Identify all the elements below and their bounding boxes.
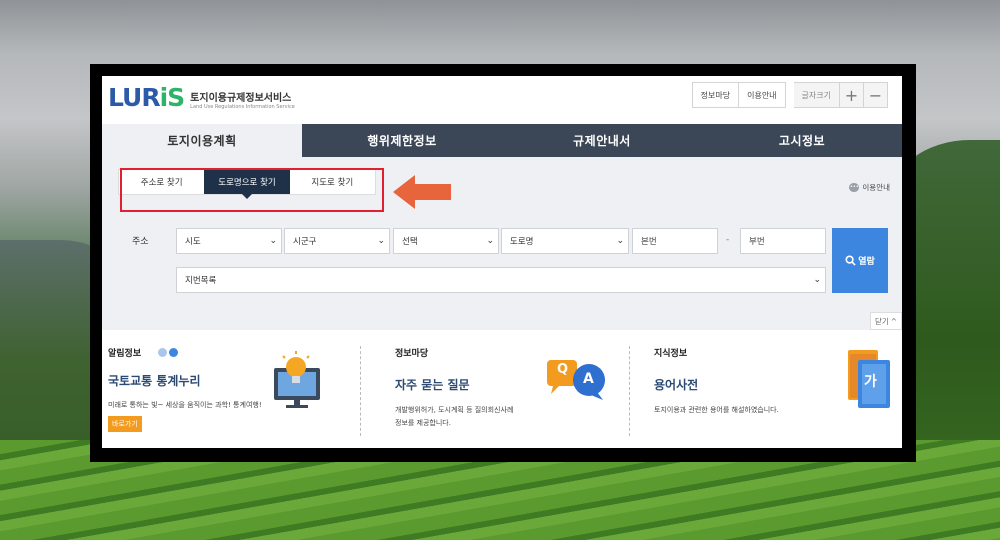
card-knowledge-desc: 토지이용과 관련한 용어를 해설하였습니다. (654, 406, 779, 414)
font-decrease-button[interactable]: − (864, 82, 888, 108)
question-glyph: Q (557, 362, 569, 377)
card-notice-headline[interactable]: 국토교통 통계누리 (108, 372, 201, 389)
card-info-desc-1: 개발행위허가, 도시계획 등 질의회신사례 (395, 406, 514, 414)
usage-guide-link[interactable]: 이용안내 (739, 82, 786, 108)
chevron-down-icon: ⌄ (269, 236, 277, 246)
chevron-up-icon: ^ (890, 316, 898, 326)
initial-select[interactable]: 선택 ⌄ (393, 228, 499, 254)
tab-regulation-guide[interactable]: 규제안내서 (502, 124, 702, 157)
site-header: LURiS 토지이용규제정보서비스 Land Use Regulations I… (102, 76, 902, 124)
address-label: 주소 (132, 237, 149, 247)
chevron-down-icon: ⌄ (377, 236, 385, 246)
site-logo[interactable]: LURiS 토지이용규제정보서비스 Land Use Regulations I… (108, 82, 295, 112)
utility-links: 정보마당 이용안내 글자크기 + − (691, 82, 888, 108)
font-size-label: 글자크기 (793, 82, 840, 108)
main-nav: 토지이용계획 행위제한정보 규제안내서 고시정보 (102, 124, 902, 157)
tab-notice-info[interactable]: 고시정보 (702, 124, 902, 157)
number-separator: - (726, 235, 730, 245)
card-info-desc-2: 정보를 제공합니다. (395, 419, 451, 427)
card-info-headline[interactable]: 자주 묻는 질문 (395, 376, 470, 393)
lot-number-list-select[interactable]: 지번목록 ⌄ (176, 267, 826, 293)
logo-mark: LURiS (108, 83, 185, 112)
card-knowledge-title: 지식정보 (654, 349, 688, 359)
monitor-lightbulb-icon (274, 351, 320, 408)
shortcut-button[interactable]: 바로가기 (108, 416, 142, 432)
luris-app: LURiS 토지이용규제정보서비스 Land Use Regulations I… (102, 76, 902, 448)
carousel-dot[interactable] (158, 348, 167, 357)
usage-guide-help[interactable]: ••• 이용안내 (849, 182, 890, 193)
highlight-box (120, 168, 384, 212)
main-number-input[interactable]: 본번 (632, 228, 718, 254)
left-arrow-icon (393, 175, 451, 209)
card-info-board: 정보마당 자주 묻는 질문 개발행위허가, 도시계획 등 질의회신사례 정보를 … (361, 330, 629, 448)
search-icon (845, 255, 856, 266)
sigungu-select[interactable]: 시군구 ⌄ (284, 228, 390, 254)
card-notice: 알림정보 국토교통 통계누리 미래로 통하는 빛~ 세상을 움직이는 과학! 통… (102, 330, 360, 448)
tab-land-use-plan[interactable]: 토지이용계획 (102, 124, 302, 157)
sido-select[interactable]: 시도 ⌄ (176, 228, 282, 254)
road-name-select[interactable]: 도로명 ⌄ (501, 228, 629, 254)
info-board-link[interactable]: 정보마당 (691, 82, 740, 108)
logo-korean-name: 토지이용규제정보서비스 (190, 93, 292, 104)
chevron-down-icon: ⌄ (813, 275, 821, 285)
card-notice-title: 알림정보 (108, 349, 142, 359)
info-cards: 알림정보 국토교통 통계누리 미래로 통하는 빛~ 세상을 움직이는 과학! 통… (102, 330, 902, 448)
book-glyph: 가 (864, 374, 877, 390)
carousel-dots (158, 348, 178, 357)
view-search-button[interactable]: 열람 (832, 228, 888, 293)
collapse-panel-button[interactable]: 닫기 ^ (870, 312, 902, 330)
card-knowledge: 지식정보 용어사전 토지이용과 관련한 용어를 해설하였습니다. 가 (630, 330, 902, 448)
carousel-dot-active[interactable] (169, 348, 178, 357)
chevron-down-icon: ⌄ (486, 236, 494, 246)
tab-action-restriction[interactable]: 행위제한정보 (302, 124, 502, 157)
card-notice-desc: 미래로 통하는 빛~ 세상을 움직이는 과학! 통계여행! (108, 401, 262, 409)
logo-english-name: Land Use Regulations Information Service (190, 104, 295, 110)
answer-glyph: A (583, 371, 594, 387)
chevron-down-icon: ⌄ (616, 236, 624, 246)
sub-number-input[interactable]: 부번 (740, 228, 826, 254)
speech-bubble-icon: ••• (849, 183, 860, 192)
qa-bubbles-icon (547, 360, 605, 400)
font-increase-button[interactable]: + (840, 82, 864, 108)
card-info-title: 정보마당 (395, 349, 429, 359)
card-knowledge-headline[interactable]: 용어사전 (654, 376, 698, 393)
